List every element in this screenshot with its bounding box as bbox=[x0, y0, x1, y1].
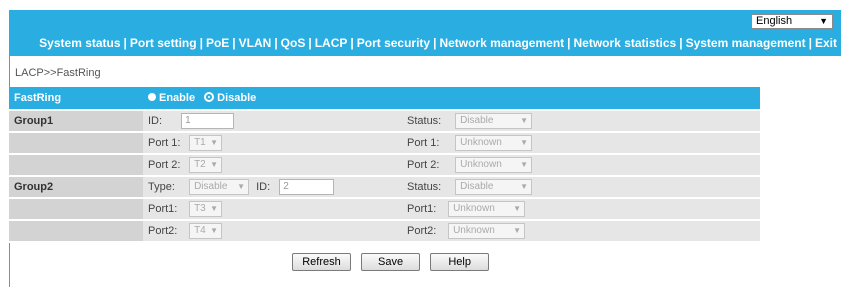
language-select[interactable]: English ▼ bbox=[751, 14, 833, 29]
group2-status-label: Status: bbox=[407, 181, 442, 193]
fastring-row: FastRing Enable Disable bbox=[9, 87, 760, 111]
group2-row-2: Port1: T3 ▼ Port1: Unknown ▼ bbox=[9, 198, 760, 221]
group1-row-1: Group1 ID: 1 Status: Disable ▼ bbox=[9, 110, 760, 133]
group1-port1-status-label: Port 1: bbox=[407, 137, 440, 149]
group1-port1-select[interactable]: T1 ▼ bbox=[189, 135, 223, 151]
disable-label: Disable bbox=[217, 92, 257, 104]
chevron-down-icon: ▼ bbox=[520, 182, 529, 191]
chevron-down-icon: ▼ bbox=[210, 160, 219, 169]
group2-status-select[interactable]: Disable ▼ bbox=[455, 179, 533, 195]
language-value: English bbox=[756, 15, 793, 27]
fastring-mode: Enable Disable bbox=[143, 87, 760, 111]
group2-port1-label: Port1: bbox=[148, 203, 178, 215]
group1-port2-status-label: Port 2: bbox=[407, 159, 440, 171]
chevron-down-icon: ▼ bbox=[520, 138, 529, 147]
group2-port2-label: Port2: bbox=[148, 225, 178, 237]
nav-network-management[interactable]: Network management bbox=[439, 36, 564, 50]
group2-port1-status-select[interactable]: Unknown ▼ bbox=[448, 201, 526, 217]
group2-port2-status-select[interactable]: Unknown ▼ bbox=[448, 223, 526, 239]
group1-status-select[interactable]: Disable ▼ bbox=[455, 113, 533, 129]
chevron-down-icon: ▼ bbox=[237, 182, 246, 191]
group2-port2-status-label: Port2: bbox=[407, 225, 437, 237]
group1-port1-label: Port 1: bbox=[148, 137, 181, 149]
group2-row-1: Group2 Type: Disable ▼ ID: 2 Status: Disa… bbox=[9, 176, 760, 199]
refresh-button[interactable]: Refresh bbox=[292, 253, 351, 271]
save-button[interactable]: Save bbox=[361, 253, 421, 271]
enable-radio[interactable] bbox=[148, 93, 156, 102]
group1-label: Group1 bbox=[9, 110, 143, 133]
action-buttons: Refresh Save Help bbox=[292, 253, 496, 271]
fastring-label: FastRing bbox=[9, 87, 143, 111]
group2-port1-status-label: Port1: bbox=[407, 203, 437, 215]
group1-row-2: Port 1: T1 ▼ Port 1: Unknown ▼ bbox=[9, 132, 760, 155]
group2-type-select[interactable]: Disable ▼ bbox=[189, 179, 250, 195]
group1-port2-select[interactable]: T2 ▼ bbox=[189, 157, 223, 173]
nav-port-security[interactable]: Port security bbox=[357, 36, 430, 50]
nav-system-status[interactable]: System status bbox=[39, 36, 120, 50]
group2-label: Group2 bbox=[9, 176, 143, 199]
nav-poe[interactable]: PoE bbox=[206, 36, 229, 50]
chevron-down-icon: ▼ bbox=[210, 204, 219, 213]
group1-port1-status-select[interactable]: Unknown ▼ bbox=[455, 135, 533, 151]
nav-system-management[interactable]: System management bbox=[686, 36, 806, 50]
chevron-down-icon: ▼ bbox=[819, 16, 828, 26]
nav-qos[interactable]: QoS bbox=[281, 36, 306, 50]
group2-id-input[interactable]: 2 bbox=[279, 179, 335, 195]
breadcrumb: LACP>>FastRing bbox=[15, 67, 101, 79]
nav-network-statistics[interactable]: Network statistics bbox=[574, 36, 677, 50]
nav-lacp[interactable]: LACP bbox=[315, 36, 348, 50]
group1-status-label: Status: bbox=[407, 115, 442, 127]
main-nav: System status | Port setting | PoE | VLAN | QoS |… bbox=[39, 36, 837, 50]
enable-label: Enable bbox=[159, 92, 196, 104]
group1-id-label: ID: bbox=[148, 115, 163, 127]
nav-port-setting[interactable]: Port setting bbox=[130, 36, 197, 50]
nav-vlan[interactable]: VLAN bbox=[239, 36, 272, 50]
chevron-down-icon: ▼ bbox=[513, 226, 522, 235]
group2-row-3: Port2: T4 ▼ Port2: Unknown ▼ bbox=[9, 220, 760, 243]
group2-port2-select[interactable]: T4 ▼ bbox=[189, 223, 223, 239]
chevron-down-icon: ▼ bbox=[513, 204, 522, 213]
chevron-down-icon: ▼ bbox=[210, 226, 219, 235]
top-header: English ▼ System status | Port setting | PoE… bbox=[9, 10, 841, 56]
group1-port2-label: Port 2: bbox=[148, 159, 181, 171]
group2-port1-select[interactable]: T3 ▼ bbox=[189, 201, 223, 217]
chevron-down-icon: ▼ bbox=[520, 160, 529, 169]
group2-type-label: Type: bbox=[148, 181, 175, 193]
group1-id-input[interactable]: 1 bbox=[181, 113, 235, 129]
chevron-down-icon: ▼ bbox=[210, 138, 219, 147]
chevron-down-icon: ▼ bbox=[520, 116, 529, 125]
group1-port2-status-select[interactable]: Unknown ▼ bbox=[455, 157, 533, 173]
help-button[interactable]: Help bbox=[430, 253, 490, 271]
nav-exit[interactable]: Exit bbox=[815, 36, 837, 50]
group1-row-3: Port 2: T2 ▼ Port 2: Unknown ▼ bbox=[9, 154, 760, 177]
group2-id-label: ID: bbox=[256, 181, 271, 193]
disable-radio[interactable] bbox=[204, 92, 215, 103]
fastring-table: FastRing Enable Disable Group1 ID: 1 Sta… bbox=[9, 87, 760, 243]
